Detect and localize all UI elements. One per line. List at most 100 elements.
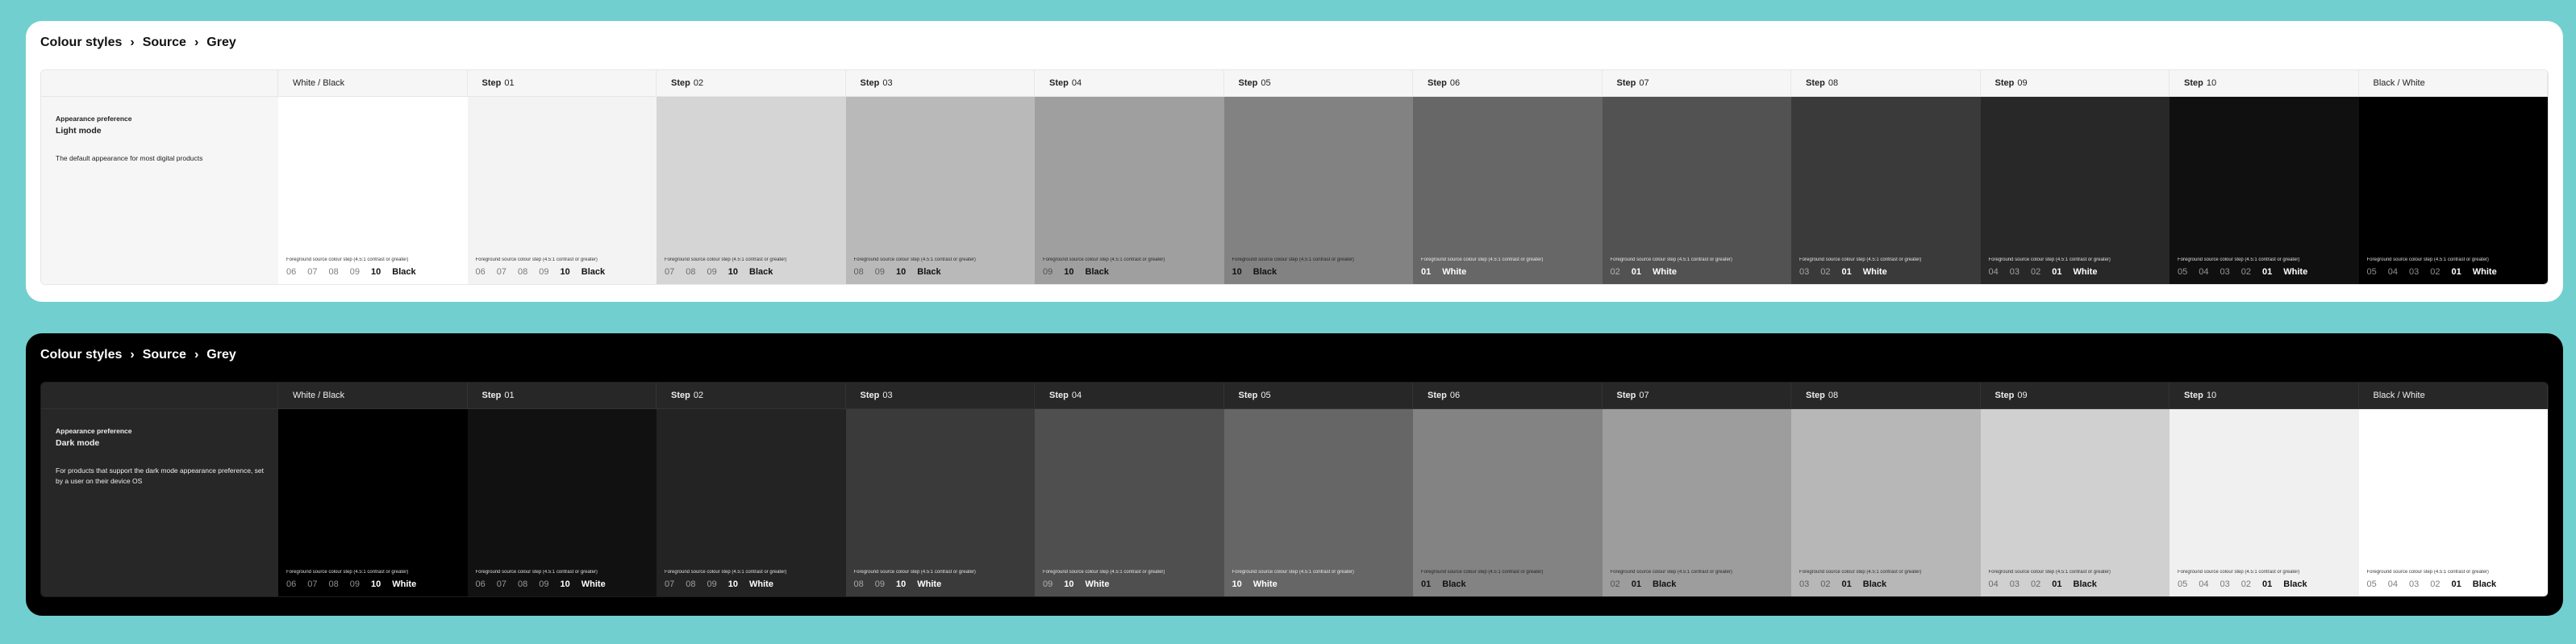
- foreground-step: 09: [874, 267, 885, 277]
- column-header: Step 09: [1980, 70, 2170, 97]
- foreground-step: 02: [1610, 579, 1620, 589]
- colour-swatch[interactable]: Foreground source colour step (4.5:1 con…: [467, 97, 657, 284]
- colour-swatch[interactable]: Foreground source colour step (4.5:1 con…: [1791, 409, 1981, 596]
- step-word: Step: [671, 78, 690, 88]
- foreground-step: 07: [496, 267, 506, 277]
- colour-swatch[interactable]: Foreground source colour step (4.5:1 con…: [2170, 97, 2359, 284]
- foreground-step: 01: [1631, 267, 1641, 277]
- foreground-steps: 07 08 09 10 White: [665, 579, 773, 589]
- foreground-final: Black: [392, 267, 416, 277]
- colour-swatch[interactable]: Foreground source colour step (4.5:1 con…: [1035, 409, 1224, 596]
- foreground-step: 03: [2220, 267, 2230, 277]
- foreground-step: 09: [707, 579, 717, 589]
- foreground-step-caption: Foreground source colour step (4.5:1 con…: [1610, 570, 1732, 575]
- breadcrumb-item[interactable]: Source: [143, 36, 186, 50]
- foreground-step: 03: [2409, 579, 2420, 589]
- foreground-step: 09: [1043, 267, 1053, 277]
- breadcrumb-item[interactable]: Grey: [206, 36, 236, 50]
- colour-swatch[interactable]: Foreground source colour step (4.5:1 con…: [1035, 97, 1224, 284]
- foreground-step: 04: [2199, 267, 2209, 277]
- description-mode: Dark mode: [56, 438, 100, 448]
- foreground-final: Black: [2073, 579, 2097, 589]
- foreground-steps: 09 10 White: [1043, 579, 1109, 589]
- colour-swatch[interactable]: Foreground source colour step (4.5:1 con…: [1980, 97, 2170, 284]
- colour-swatch[interactable]: Foreground source colour step (4.5:1 con…: [2170, 409, 2359, 596]
- foreground-step: 06: [286, 267, 297, 277]
- foreground-step-caption: Foreground source colour step (4.5:1 con…: [475, 570, 598, 575]
- foreground-step: 02: [1610, 267, 1620, 277]
- foreground-step: 10: [896, 579, 907, 589]
- colour-swatch[interactable]: Foreground source colour step (4.5:1 con…: [2358, 97, 2548, 284]
- step-number: 02: [693, 78, 704, 88]
- colour-swatch[interactable]: Foreground source colour step (4.5:1 con…: [278, 97, 468, 284]
- chevron-right-icon: ›: [130, 36, 135, 49]
- header-corner: [41, 70, 278, 97]
- foreground-step: 08: [518, 579, 528, 589]
- foreground-step: 01: [1841, 267, 1852, 277]
- colour-swatch[interactable]: Foreground source colour step (4.5:1 con…: [278, 409, 468, 596]
- foreground-step: 10: [371, 267, 381, 277]
- colour-step-grid: White / Black Step 01 Step 02 Step 03 Step 04 Ste…: [40, 69, 2549, 285]
- foreground-step: 10: [727, 579, 738, 589]
- foreground-step: 08: [518, 267, 528, 277]
- foreground-final: White: [2073, 267, 2098, 277]
- foreground-step: 01: [1421, 267, 1432, 277]
- step-number: 01: [504, 78, 515, 88]
- colour-swatch[interactable]: Foreground source colour step (4.5:1 con…: [2358, 409, 2548, 596]
- column-header: Step 07: [1602, 383, 1791, 409]
- foreground-step: 07: [307, 579, 318, 589]
- chevron-right-icon: ›: [194, 348, 199, 362]
- colour-swatch[interactable]: Foreground source colour step (4.5:1 con…: [467, 409, 657, 596]
- foreground-steps: 05 04 03 02 01 Black: [2178, 579, 2307, 589]
- colour-swatch[interactable]: Foreground source colour step (4.5:1 con…: [1602, 409, 1791, 596]
- step-word: Step: [860, 391, 880, 400]
- foreground-steps: 05 04 03 02 01 Black: [2367, 579, 2497, 589]
- colour-swatch[interactable]: Foreground source colour step (4.5:1 con…: [1413, 97, 1603, 284]
- foreground-step: 06: [475, 267, 486, 277]
- foreground-step-caption: Foreground source colour step (4.5:1 con…: [1043, 570, 1165, 575]
- foreground-steps: 01 White: [1421, 267, 1466, 277]
- chevron-right-icon: ›: [130, 348, 135, 362]
- colour-swatch[interactable]: Foreground source colour step (4.5:1 con…: [657, 409, 846, 596]
- foreground-steps: 04 03 02 01 Black: [1989, 579, 2097, 589]
- foreground-step: 01: [1631, 579, 1641, 589]
- foreground-step: 02: [1820, 579, 1831, 589]
- colour-swatch[interactable]: Foreground source colour step (4.5:1 con…: [1223, 409, 1413, 596]
- step-number: 08: [1828, 391, 1839, 400]
- breadcrumb-item[interactable]: Colour styles: [40, 36, 122, 50]
- foreground-step: 07: [307, 267, 318, 277]
- colour-swatch[interactable]: Foreground source colour step (4.5:1 con…: [1223, 97, 1413, 284]
- colour-swatch[interactable]: Foreground source colour step (4.5:1 con…: [1980, 409, 2170, 596]
- colour-swatch[interactable]: Foreground source colour step (4.5:1 con…: [1791, 97, 1981, 284]
- foreground-step-caption: Foreground source colour step (4.5:1 con…: [1799, 570, 1922, 575]
- colour-swatch[interactable]: Foreground source colour step (4.5:1 con…: [845, 97, 1035, 284]
- foreground-step: 02: [2031, 579, 2041, 589]
- foreground-step: 05: [2366, 579, 2377, 589]
- breadcrumb-item[interactable]: Source: [143, 348, 186, 362]
- column-header: Step 05: [1223, 70, 1413, 97]
- foreground-step: 10: [560, 267, 570, 277]
- colour-swatch[interactable]: Foreground source colour step (4.5:1 con…: [845, 409, 1035, 596]
- foreground-steps: 02 01 White: [1611, 267, 1677, 277]
- foreground-step: 01: [2262, 579, 2273, 589]
- foreground-step: 04: [2387, 267, 2398, 277]
- foreground-steps: 07 08 09 10 Black: [665, 267, 773, 277]
- foreground-step-caption: Foreground source colour step (4.5:1 con…: [1610, 257, 1732, 262]
- foreground-steps: 03 02 01 White: [1799, 267, 1887, 277]
- foreground-final: Black: [1442, 579, 1466, 589]
- foreground-step: 10: [1232, 267, 1242, 277]
- step-word: Step: [1995, 78, 2015, 88]
- foreground-step-caption: Foreground source colour step (4.5:1 con…: [2366, 570, 2489, 575]
- colour-swatch[interactable]: Foreground source colour step (4.5:1 con…: [1602, 97, 1791, 284]
- step-word: Step: [1049, 391, 1069, 400]
- foreground-step: 08: [686, 579, 696, 589]
- foreground-steps: 04 03 02 01 White: [1989, 267, 2098, 277]
- column-header: Step 01: [467, 383, 657, 409]
- foreground-step: 01: [2262, 267, 2273, 277]
- breadcrumb-item[interactable]: Colour styles: [40, 348, 122, 362]
- foreground-step: 04: [1988, 267, 1999, 277]
- colour-swatch[interactable]: Foreground source colour step (4.5:1 con…: [657, 97, 846, 284]
- colour-swatch[interactable]: Foreground source colour step (4.5:1 con…: [1413, 409, 1603, 596]
- foreground-step: 01: [1421, 579, 1432, 589]
- breadcrumb-item[interactable]: Grey: [206, 348, 236, 362]
